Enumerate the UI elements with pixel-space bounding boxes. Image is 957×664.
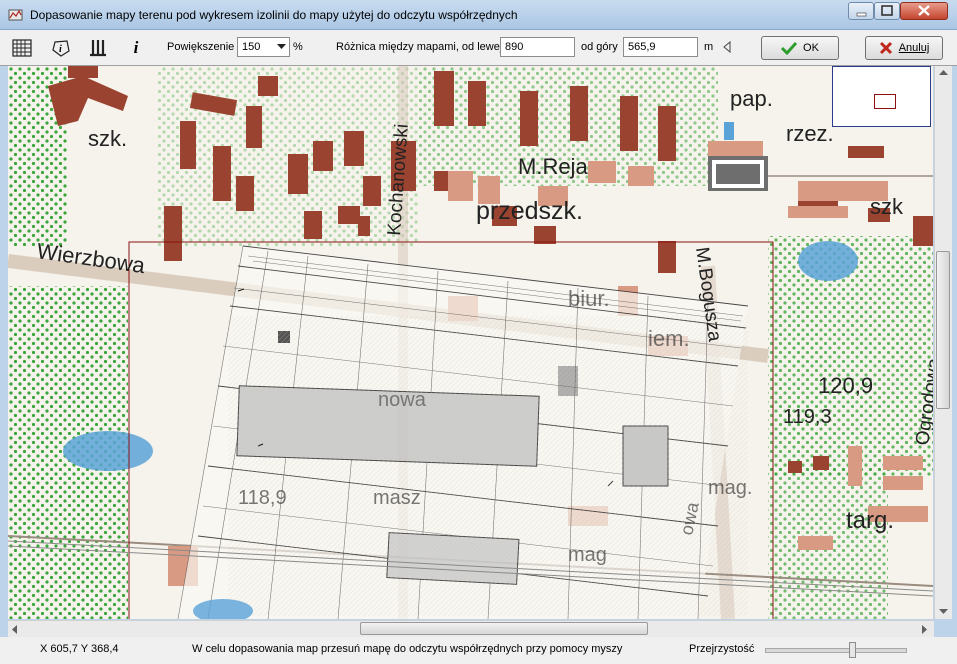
scroll-down-icon[interactable] bbox=[939, 609, 948, 615]
map-label: M.Reja bbox=[518, 154, 588, 179]
map-label: mag. bbox=[708, 477, 752, 499]
transparency-label: Przejrzystość bbox=[689, 643, 755, 655]
map-canvas[interactable]: szk. Kochanowski M.Reja przedszk. Wierzb… bbox=[8, 66, 933, 619]
map-label: mag bbox=[568, 544, 607, 566]
zoom-dropdown-button[interactable] bbox=[274, 37, 290, 57]
map-label: szk bbox=[870, 194, 904, 219]
close-icon bbox=[918, 5, 930, 16]
grid-icon bbox=[12, 39, 32, 57]
map-label: nowa bbox=[378, 389, 427, 411]
map-label: iem. bbox=[648, 326, 690, 351]
app-icon bbox=[8, 9, 23, 21]
zoom-label: Powiększenie bbox=[167, 41, 235, 53]
level-button[interactable] bbox=[87, 38, 109, 58]
map-label: 120,9 bbox=[818, 373, 873, 398]
map-label: pap. bbox=[730, 86, 773, 111]
offset-unit: m bbox=[704, 41, 714, 53]
water-pond bbox=[63, 431, 153, 471]
cancel-x-icon bbox=[879, 41, 892, 55]
cancel-button[interactable]: Anuluj bbox=[865, 36, 943, 60]
zoom-combo[interactable]: 150 bbox=[237, 37, 275, 57]
info-icon: i bbox=[133, 38, 139, 57]
minimize-button[interactable] bbox=[848, 2, 874, 20]
coordinates-readout: X 605,7 Y 368,4 bbox=[40, 643, 119, 655]
cancel-label: Anuluj bbox=[898, 42, 930, 54]
map-label: 118,9 bbox=[238, 487, 287, 509]
svg-text:i: i bbox=[59, 44, 62, 55]
minimap-viewport[interactable] bbox=[874, 94, 896, 109]
offset-top-input[interactable]: 565,9 bbox=[623, 37, 698, 57]
ok-button[interactable]: OK bbox=[761, 36, 839, 60]
close-button[interactable] bbox=[900, 2, 948, 20]
map-label: rzez. bbox=[786, 121, 834, 146]
offset-left-input[interactable]: 890 bbox=[500, 37, 575, 57]
title-bar: Dopasowanie mapy terenu pod wykresem izo… bbox=[0, 0, 957, 30]
water-pond bbox=[798, 241, 858, 281]
chevron-down-icon bbox=[277, 44, 286, 49]
ok-label: OK bbox=[803, 42, 819, 54]
horizontal-scroll-thumb[interactable] bbox=[360, 622, 648, 635]
map-label: szk. bbox=[88, 126, 127, 151]
map-label: targ. bbox=[846, 507, 894, 534]
grid-button[interactable] bbox=[11, 38, 33, 58]
pentagon-info-icon: i bbox=[52, 40, 70, 57]
toolbar: i i Powiększenie 150 % Różnica między ma… bbox=[0, 30, 957, 66]
maximize-icon bbox=[881, 5, 893, 16]
water-pond bbox=[724, 122, 734, 140]
offset-top-label: od góry bbox=[581, 41, 618, 53]
hint-text: W celu dopasowania map przesuń mapę do o… bbox=[192, 643, 623, 655]
map-label: przedszk. bbox=[476, 197, 583, 225]
vertical-scroll-thumb[interactable] bbox=[936, 251, 950, 409]
check-icon bbox=[781, 41, 798, 55]
collapse-arrow-icon[interactable] bbox=[723, 41, 731, 53]
offset-left-label: Różnica między mapami, od lewej bbox=[336, 41, 503, 53]
overlay-plan bbox=[177, 245, 749, 619]
zoom-unit: % bbox=[293, 41, 303, 53]
horizontal-scrollbar[interactable] bbox=[8, 620, 934, 637]
info-button[interactable]: i bbox=[125, 38, 147, 58]
map-label: biur. bbox=[568, 286, 610, 311]
level-icon bbox=[90, 40, 106, 57]
status-bar: X 605,7 Y 368,4 W celu dopasowania map p… bbox=[0, 637, 957, 664]
scroll-up-icon[interactable] bbox=[939, 70, 948, 76]
scroll-right-icon[interactable] bbox=[922, 625, 928, 634]
map-label: 119,3 bbox=[783, 406, 832, 428]
minimap[interactable] bbox=[832, 66, 931, 127]
scroll-left-icon[interactable] bbox=[12, 625, 18, 634]
transparency-slider-track[interactable] bbox=[765, 648, 907, 653]
window-title: Dopasowanie mapy terenu pod wykresem izo… bbox=[30, 8, 518, 22]
map-drawing: szk. Kochanowski M.Reja przedszk. Wierzb… bbox=[8, 66, 933, 619]
map-label: masz bbox=[373, 487, 421, 509]
maximize-button[interactable] bbox=[874, 2, 900, 20]
minimize-icon bbox=[856, 12, 867, 17]
transparency-slider-thumb[interactable] bbox=[848, 642, 856, 658]
vertical-scrollbar[interactable] bbox=[934, 66, 952, 619]
pentagon-info-button[interactable]: i bbox=[50, 38, 72, 58]
